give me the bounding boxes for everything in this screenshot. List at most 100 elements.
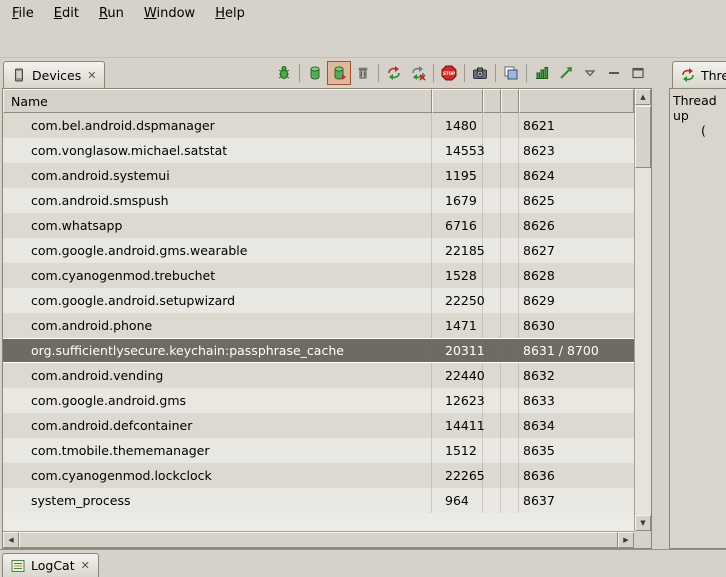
stop-process-button[interactable]: STOP [437,61,461,85]
process-spacer [501,413,519,438]
scroll-up-button[interactable]: ▲ [635,89,651,105]
bottom-bar: LogCat ✕ [0,549,726,577]
horizontal-scrollbar-thumb[interactable] [19,532,618,548]
process-port: 8637 [519,493,634,508]
toolbar-separator [464,64,465,82]
view-menu-button[interactable] [578,61,602,85]
method-profiling-button[interactable] [554,61,578,85]
process-spacer [483,213,501,238]
process-port: 8625 [519,193,634,208]
process-row[interactable]: com.google.android.setupwizard 22250 862… [3,288,634,313]
process-port: 8623 [519,143,634,158]
devices-toolbar: STOP [272,58,652,88]
process-row[interactable]: com.android.smspush 1679 8625 [3,188,634,213]
process-spacer [483,138,501,163]
scroll-left-button[interactable]: ◀ [3,532,19,548]
toolbar-separator [433,64,434,82]
process-row[interactable]: org.sufficientlysecure.keychain:passphra… [3,338,634,363]
update-heap-button[interactable] [303,61,327,85]
panel-sash[interactable] [652,58,669,549]
vertical-scrollbar-thumb[interactable] [635,106,651,168]
process-pid: 1512 [432,438,483,463]
menu-help[interactable]: Help [207,3,253,24]
process-spacer [483,163,501,188]
tab-logcat[interactable]: LogCat ✕ [2,553,99,577]
process-row[interactable]: com.android.vending 22440 8632 [3,363,634,388]
device-icon [11,67,27,83]
process-pid: 12623 [432,388,483,413]
screen-capture-button[interactable] [468,61,492,85]
column-header-pid[interactable] [432,89,483,113]
process-spacer [483,488,501,513]
process-port: 8628 [519,268,634,283]
toolbar-separator [378,64,379,82]
process-row[interactable]: com.cyanogenmod.lockclock 22265 8636 [3,463,634,488]
threads-content: Thread up ( [669,88,726,549]
process-spacer [483,463,501,488]
scroll-down-button[interactable]: ▼ [635,515,651,531]
scroll-down-icon: ▼ [640,520,645,527]
dump-threads-button[interactable] [406,61,430,85]
column-header-spacer[interactable] [483,89,501,113]
update-threads-icon [386,65,402,81]
process-row[interactable]: com.whatsapp 6716 8626 [3,213,634,238]
stop-sign-icon: STOP [441,65,457,81]
process-pid: 1195 [432,163,483,188]
vertical-scrollbar-track[interactable] [635,168,651,515]
logcat-icon [10,558,26,574]
process-spacer [483,313,501,338]
process-row[interactable]: com.google.android.gms 12623 8633 [3,388,634,413]
hierarchy-view-button[interactable] [499,61,523,85]
process-port: 8630 [519,318,634,333]
process-row[interactable]: com.tmobile.thememanager 1512 8635 [3,438,634,463]
tab-logcat-close-icon[interactable]: ✕ [80,559,91,572]
profiling-arrow-icon [558,65,574,81]
process-port: 8621 [519,118,634,133]
process-row[interactable]: com.cyanogenmod.trebuchet 1528 8628 [3,263,634,288]
tab-devices[interactable]: Devices ✕ [3,61,105,88]
sysinfo-button[interactable] [530,61,554,85]
process-row[interactable]: com.android.phone 1471 8630 [3,313,634,338]
process-row[interactable]: com.bel.android.dspmanager 1480 8621 [3,113,634,138]
dump-hprof-button[interactable] [327,61,351,85]
process-pid: 22250 [432,288,483,313]
cause-gc-button[interactable] [351,61,375,85]
dual-screen-icon [503,65,519,81]
process-spacer [483,438,501,463]
menu-run[interactable]: Run [91,3,132,24]
process-spacer [483,188,501,213]
vertical-scrollbar[interactable]: ▲ ▼ [634,89,651,531]
debug-process-button[interactable] [272,61,296,85]
process-row[interactable]: system_process 964 8637 [3,488,634,513]
ddms-window: FileEditRunWindowHelp Devices ✕ [0,0,726,577]
devices-table: Name com.bel.android.dspmanager 1480 862… [3,89,634,531]
minimize-button[interactable] [602,61,626,85]
process-row[interactable]: com.google.android.gms.wearable 22185 86… [3,238,634,263]
scroll-right-button[interactable]: ▶ [618,532,634,548]
process-row[interactable]: com.android.defcontainer 14411 8634 [3,413,634,438]
column-header-spacer[interactable] [501,89,519,113]
menu-file[interactable]: File [4,3,42,24]
menu-edit[interactable]: Edit [46,3,87,24]
process-spacer [501,238,519,263]
tab-devices-close-icon[interactable]: ✕ [86,69,97,82]
threads-panel: Threads ✕ Thread up ( [669,58,726,549]
process-port: 8632 [519,368,634,383]
process-pid: 22265 [432,463,483,488]
threads-message-line2: ( [673,123,723,138]
menu-window[interactable]: Window [136,3,203,24]
toolbar-separator [299,64,300,82]
horizontal-scrollbar[interactable]: ◀ ▶ [3,531,634,548]
minimize-icon [606,65,622,81]
tab-threads[interactable]: Threads ✕ [672,61,726,88]
column-header-port[interactable] [519,89,634,113]
column-header-name[interactable]: Name [3,89,432,113]
process-spacer [501,263,519,288]
threads-message-line1: Thread up [673,93,723,123]
maximize-button[interactable] [626,61,650,85]
process-pid: 14553 [432,138,483,163]
process-pid: 1528 [432,263,483,288]
update-threads-button[interactable] [382,61,406,85]
process-row[interactable]: com.vonglasow.michael.satstat 14553 8623 [3,138,634,163]
process-row[interactable]: com.android.systemui 1195 8624 [3,163,634,188]
